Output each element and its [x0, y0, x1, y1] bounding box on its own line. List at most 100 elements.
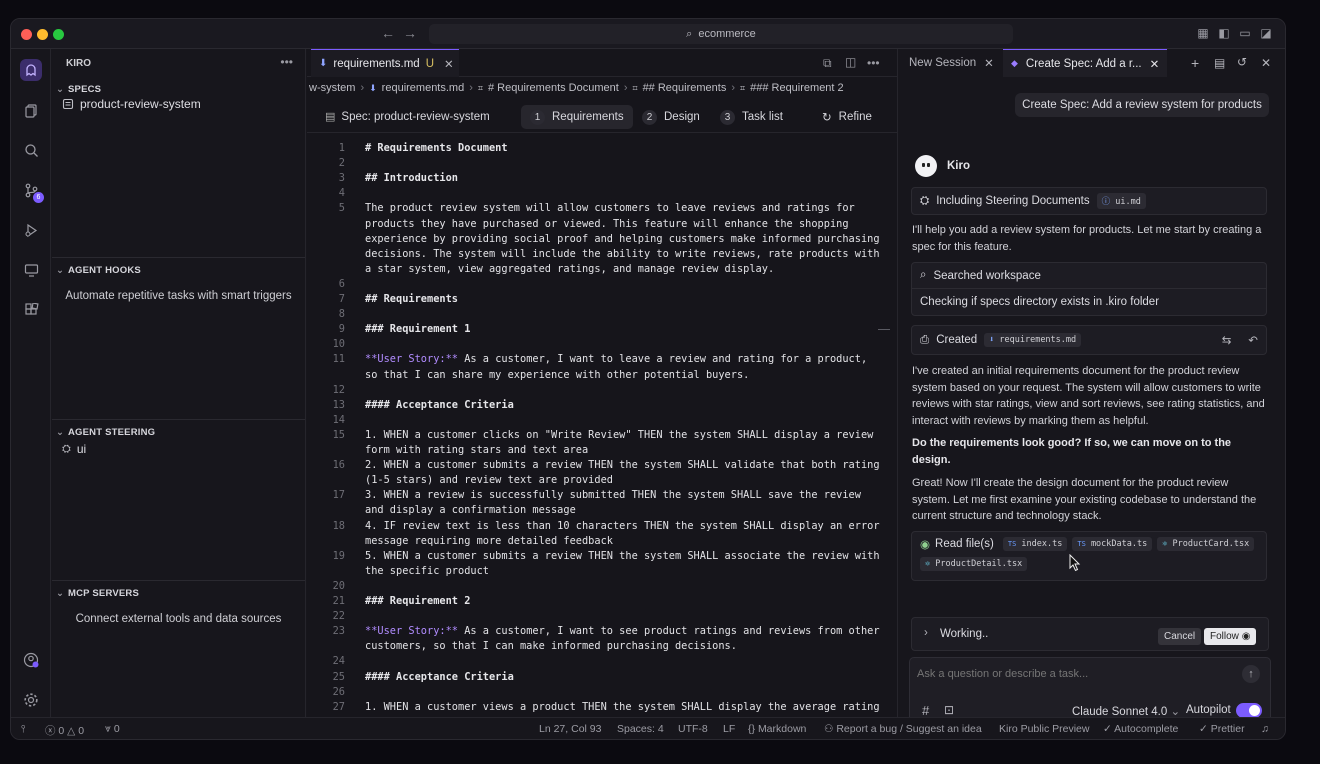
remote-indicator-icon[interactable]: ⫯: [21, 723, 26, 736]
kiro-preview-label[interactable]: Kiro Public Preview: [999, 723, 1089, 735]
encoding[interactable]: UTF-8: [678, 723, 708, 735]
split-editor-icon[interactable]: ◫: [845, 55, 856, 69]
image-attach-icon[interactable]: ⊡: [944, 703, 954, 717]
steering-icon: ⛭: [920, 194, 930, 207]
account-icon[interactable]: [20, 649, 42, 671]
file-chip-productdetail-tsx[interactable]: ⚛ ProductDetail.tsx: [920, 557, 1028, 571]
close-window-button[interactable]: [21, 29, 32, 40]
close-panel-icon[interactable]: ✕: [1261, 56, 1271, 70]
breadcrumb-heading-2[interactable]: ## Requirements: [643, 82, 727, 94]
tab-new-session[interactable]: New Session ✕: [901, 49, 1002, 77]
line-number: 1: [338, 142, 345, 154]
history-list-icon[interactable]: ▤: [1214, 56, 1225, 70]
toggle-sidebar-icon[interactable]: ◧: [1217, 26, 1231, 40]
created-file-card[interactable]: ⎙ Created ⬇ requirements.md ⇆ ↶: [911, 325, 1267, 355]
spec-item-product-review-system[interactable]: product-review-system: [62, 97, 201, 111]
revert-icon[interactable]: ↶: [1248, 333, 1258, 347]
model-selector[interactable]: Claude Sonnet 4.0 ⌄: [1072, 704, 1180, 718]
code-editor[interactable]: 1 # Requirements Document 2 3 ## Introductio…: [307, 135, 897, 717]
agent-next-text: Great! Now I'll create the design docume…: [912, 477, 1257, 523]
tab-create-spec[interactable]: ◆ Create Spec: Add a r... ✕: [1003, 49, 1168, 77]
command-search[interactable]: ⌕ ecommerce: [429, 24, 1013, 44]
code-text: a star system, view aggregated ratings, …: [365, 262, 775, 275]
file-chip-mockdata-ts[interactable]: TS mockData.ts: [1072, 537, 1153, 551]
tab-requirements[interactable]: 1 Requirements: [521, 105, 633, 129]
tab-design[interactable]: 2 Design: [633, 105, 709, 129]
cancel-button[interactable]: Cancel: [1158, 628, 1202, 645]
toggle-panel-icon[interactable]: ▭: [1238, 26, 1252, 40]
remote-explorer-icon[interactable]: [20, 259, 42, 281]
code-line: 1. WHEN a customer clicks on "Write Revi…: [365, 428, 877, 443]
search-icon[interactable]: [20, 139, 42, 161]
kiro-ghost-icon[interactable]: [20, 59, 42, 81]
open-preview-icon[interactable]: ⧉: [823, 56, 832, 71]
breadcrumb-file[interactable]: requirements.md: [382, 82, 465, 94]
tab-requirements-md[interactable]: ⬇ requirements.md U ✕: [311, 49, 459, 77]
breadcrumb-heading-1[interactable]: # Requirements Document: [488, 82, 619, 94]
more-actions-icon[interactable]: •••: [280, 55, 293, 69]
mcp-servers-header[interactable]: ⌄ MCP SERVERS: [56, 588, 139, 599]
chat-icon[interactable]: ◪: [1259, 26, 1273, 40]
minimize-window-button[interactable]: [37, 29, 48, 40]
read-files-card[interactable]: ◉ Read file(s) TS index.ts TS mockData.t…: [911, 531, 1267, 581]
code-text: # Requirements Document: [365, 142, 508, 154]
close-tab-icon[interactable]: ✕: [984, 56, 994, 70]
line-ending[interactable]: LF: [723, 723, 735, 735]
agent-intro-text: I'll help you add a review system for pr…: [912, 224, 1262, 253]
chat-input[interactable]: [917, 665, 1237, 683]
document-icon: ▤: [325, 111, 336, 123]
code-line: 5. WHEN a customer submits a review THEN…: [365, 549, 880, 564]
breadcrumb-folder[interactable]: w-system: [309, 82, 355, 94]
agent-hooks-message: Automate repetitive tasks with smart tri…: [65, 290, 292, 302]
more-editor-actions-icon[interactable]: •••: [867, 56, 880, 70]
cursor-position[interactable]: Ln 27, Col 93: [539, 723, 601, 735]
chevron-right-icon[interactable]: ›: [924, 627, 928, 639]
language-mode[interactable]: {} Markdown: [748, 723, 806, 735]
send-arrow-icon[interactable]: ↑: [1242, 665, 1260, 683]
explorer-icon[interactable]: [20, 99, 42, 121]
autopilot-toggle[interactable]: [1236, 703, 1262, 718]
history-icon[interactable]: ↺: [1237, 55, 1247, 69]
agent-steering-section: ⌄ AGENT STEERING ⛭ ui: [52, 419, 305, 581]
hash-context-icon[interactable]: #: [922, 703, 929, 718]
layout-icon[interactable]: ▦: [1196, 26, 1210, 40]
chevron-down-icon: ⌄: [56, 427, 65, 438]
problems-indicator[interactable]: ⓧ 0 △ 0: [45, 723, 84, 738]
extensions-icon[interactable]: [20, 299, 42, 321]
source-control-icon[interactable]: 6: [20, 179, 44, 203]
notifications-bell-icon[interactable]: ♫: [1261, 723, 1269, 735]
agent-hooks-header[interactable]: ⌄ AGENT HOOKS: [56, 265, 141, 276]
back-arrow-icon[interactable]: ←: [381, 25, 395, 41]
refine-button[interactable]: ↻ Refine: [813, 105, 881, 129]
agent-steering-header[interactable]: ⌄ AGENT STEERING: [56, 427, 155, 438]
view-diff-icon[interactable]: ⇆: [1222, 333, 1232, 347]
close-tab-icon[interactable]: ✕: [444, 57, 454, 71]
report-bug-link[interactable]: ⚇ Report a bug / Suggest an idea: [824, 723, 982, 735]
code-line: customers, so that I can make informed p…: [365, 639, 877, 654]
run-debug-icon[interactable]: [20, 219, 42, 241]
steering-item-ui[interactable]: ⛭ ui: [62, 442, 86, 456]
refresh-icon: ↻: [822, 112, 832, 124]
new-chat-icon[interactable]: +: [1191, 55, 1199, 71]
code-line: 3. WHEN a review is successfully submitt…: [365, 488, 877, 503]
code-line: The product review system will allow cus…: [365, 201, 877, 216]
follow-button[interactable]: Follow ◉: [1204, 628, 1257, 645]
autocomplete-status[interactable]: ✓ Autocomplete: [1103, 723, 1178, 735]
eye-icon: ◉: [920, 539, 931, 551]
close-tab-icon[interactable]: ✕: [1150, 57, 1160, 71]
prettier-status[interactable]: ✓ Prettier: [1199, 723, 1245, 735]
forward-arrow-icon[interactable]: →: [403, 25, 417, 41]
tab-task-list[interactable]: 3 Task list: [711, 105, 792, 129]
ports-indicator[interactable]: ⩔ 0: [105, 723, 120, 736]
settings-gear-icon[interactable]: [20, 689, 42, 711]
steering-docs-card[interactable]: ⛭ Including Steering Documents ⓘ ui.md: [911, 187, 1267, 215]
indentation[interactable]: Spaces: 4: [617, 723, 664, 735]
file-chip-productcard-tsx[interactable]: ⚛ ProductCard.tsx: [1157, 537, 1255, 551]
maximize-window-button[interactable]: [53, 29, 64, 40]
file-chip-index-ts[interactable]: TS index.ts: [1002, 537, 1068, 551]
breadcrumb-heading-3[interactable]: ### Requirement 2: [750, 82, 844, 94]
searched-workspace-card[interactable]: ⌕ Searched workspace Checking if specs di…: [911, 262, 1267, 316]
code-text: message requiring more detailed feedback: [365, 534, 613, 547]
created-file-chip[interactable]: requirements.md: [999, 335, 1076, 345]
specs-section-header[interactable]: ⌄ SPECS: [56, 84, 101, 95]
